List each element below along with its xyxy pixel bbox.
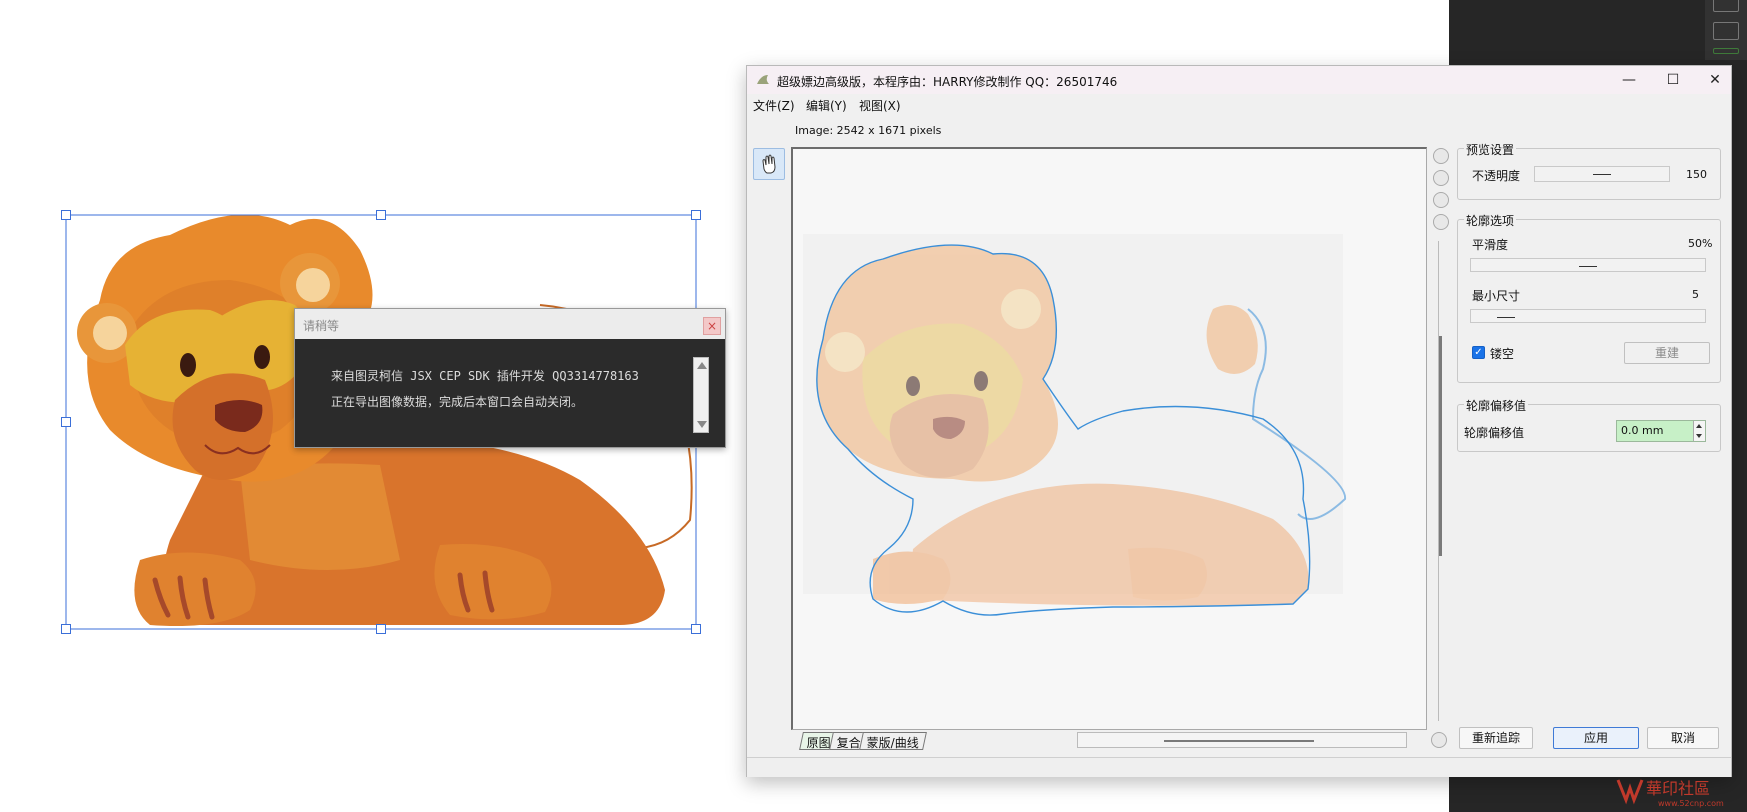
minsize-value: 5 — [1692, 288, 1699, 301]
selection-handle[interactable] — [61, 624, 71, 634]
zoom-in-icon[interactable] — [1433, 170, 1449, 186]
tool-strip — [1705, 0, 1747, 60]
minimize-button[interactable]: — — [1617, 70, 1641, 90]
menu-bar: 文件(Z) 编辑(Y) 视图(X) — [747, 94, 1731, 116]
offset-spinbox[interactable]: 0.0 mm — [1616, 420, 1706, 442]
smooth-value: 50% — [1688, 237, 1713, 250]
zoom-out-icon[interactable] — [1433, 192, 1449, 208]
apply-button[interactable]: 应用 — [1553, 727, 1639, 749]
selection-handle[interactable] — [691, 624, 701, 634]
zoom-fit-icon[interactable] — [1433, 214, 1449, 230]
offset-value: 0.0 mm — [1621, 424, 1664, 437]
spin-up-icon[interactable] — [1696, 424, 1702, 428]
minsize-slider[interactable] — [1470, 309, 1706, 323]
selection-handle[interactable] — [376, 624, 386, 634]
hollow-label: 镂空 — [1490, 347, 1515, 361]
trace-window: 超级嫖边高级版，本程序由：HARRY修改制作 QQ：26501746 — ☐ ✕… — [746, 65, 1732, 777]
hand-icon — [762, 154, 776, 174]
log-line: 正在导出图像数据，完成后本窗口会自动关闭。 — [331, 395, 584, 409]
dialog-title: 请稍等 × — [295, 309, 725, 339]
slider-knob[interactable] — [1579, 266, 1597, 267]
close-icon[interactable]: × — [703, 317, 721, 335]
cancel-button[interactable]: 取消 — [1647, 727, 1719, 749]
tab-label: 蒙版/曲线 — [866, 736, 919, 750]
group-label: 轮廓偏移值 — [1464, 397, 1529, 414]
slider-knob[interactable] — [1497, 317, 1515, 318]
watermark-logo: 華印社區 www.52cnp.com — [1616, 779, 1724, 808]
outline-offset-group: 轮廓偏移值 轮廓偏移值 0.0 mm — [1457, 397, 1721, 452]
spin-down-icon[interactable] — [1696, 434, 1702, 438]
maximize-button[interactable]: ☐ — [1661, 70, 1685, 90]
scroll-thumb[interactable] — [1164, 740, 1314, 742]
tab-mask-curve[interactable]: 蒙版/曲线 — [859, 732, 927, 750]
smooth-slider[interactable] — [1470, 258, 1706, 272]
window-title: 超级嫖边高级版，本程序由：HARRY修改制作 QQ：26501746 — [777, 75, 1118, 89]
title-bar[interactable]: 超级嫖边高级版，本程序由：HARRY修改制作 QQ：26501746 — ☐ ✕ — [747, 66, 1731, 94]
please-wait-dialog: 请稍等 × 来自图灵柯信 JSX CEP SDK 插件开发 QQ33147781… — [294, 308, 726, 448]
artboard-tool-icon[interactable] — [1713, 22, 1739, 40]
hollow-checkbox[interactable]: ✓ — [1472, 346, 1485, 359]
scroll-thumb[interactable] — [1439, 336, 1442, 556]
group-label: 预览设置 — [1464, 141, 1517, 158]
rebuild-button[interactable]: 重建 — [1624, 342, 1710, 364]
zoom-magnifier-icon[interactable] — [1433, 148, 1449, 164]
opacity-value: 150 — [1686, 168, 1707, 181]
desktop: 请稍等 × 来自图灵柯信 JSX CEP SDK 插件开发 QQ33147781… — [0, 0, 1747, 812]
retrace-button[interactable]: 重新追踪 — [1459, 727, 1533, 749]
log-scrollbar[interactable] — [693, 357, 709, 433]
selection-handle[interactable] — [376, 210, 386, 220]
status-bar — [747, 757, 1731, 777]
menu-edit[interactable]: 编辑(Y) — [806, 97, 847, 114]
scroll-up-icon[interactable] — [697, 362, 707, 369]
offset-label: 轮廓偏移值 — [1464, 426, 1525, 440]
selection-handle[interactable] — [61, 210, 71, 220]
scroll-down-icon[interactable] — [697, 421, 707, 428]
watermark-url: www.52cnp.com — [1658, 799, 1724, 808]
pan-icon[interactable] — [1431, 732, 1447, 748]
slider-knob[interactable] — [1593, 174, 1611, 175]
log-text: 来自图灵柯信 JSX CEP SDK 插件开发 QQ3314778163 正在导… — [311, 357, 693, 433]
opacity-slider[interactable] — [1534, 166, 1670, 182]
app-icon — [757, 75, 769, 84]
selection-handle[interactable] — [691, 210, 701, 220]
menu-file[interactable]: 文件(Z) — [753, 97, 795, 114]
spin-arrows[interactable] — [1693, 421, 1705, 441]
watermark-text: 華印社區 — [1646, 779, 1710, 798]
log-line: 来自图灵柯信 JSX CEP SDK 插件开发 QQ3314778163 — [331, 369, 639, 383]
menu-view[interactable]: 视图(X) — [859, 97, 901, 114]
preview-image — [803, 234, 1347, 616]
hand-tool-button[interactable] — [753, 148, 785, 180]
selection-handle[interactable] — [61, 417, 71, 427]
tab-label: 原图 — [806, 736, 831, 750]
preview-settings-group: 预览设置 不透明度 150 — [1457, 141, 1721, 200]
tool-icon[interactable] — [1713, 0, 1739, 12]
dialog-title-text: 请稍等 — [303, 319, 340, 333]
tab-label: 复合 — [836, 736, 861, 750]
swatch-icon[interactable] — [1713, 48, 1739, 54]
group-label: 轮廓选项 — [1464, 212, 1517, 229]
minsize-label: 最小尺寸 — [1472, 289, 1521, 303]
smooth-label: 平滑度 — [1472, 238, 1509, 252]
close-button[interactable]: ✕ — [1703, 70, 1727, 90]
image-info: Image: 2542 x 1671 pixels — [795, 124, 942, 137]
outline-options-group: 轮廓选项 平滑度 50% 最小尺寸 5 ✓ 镂空 重建 — [1457, 212, 1721, 383]
preview-viewport[interactable] — [791, 147, 1427, 730]
opacity-label: 不透明度 — [1472, 169, 1521, 183]
preview-horizontal-scrollbar[interactable] — [1077, 732, 1407, 748]
